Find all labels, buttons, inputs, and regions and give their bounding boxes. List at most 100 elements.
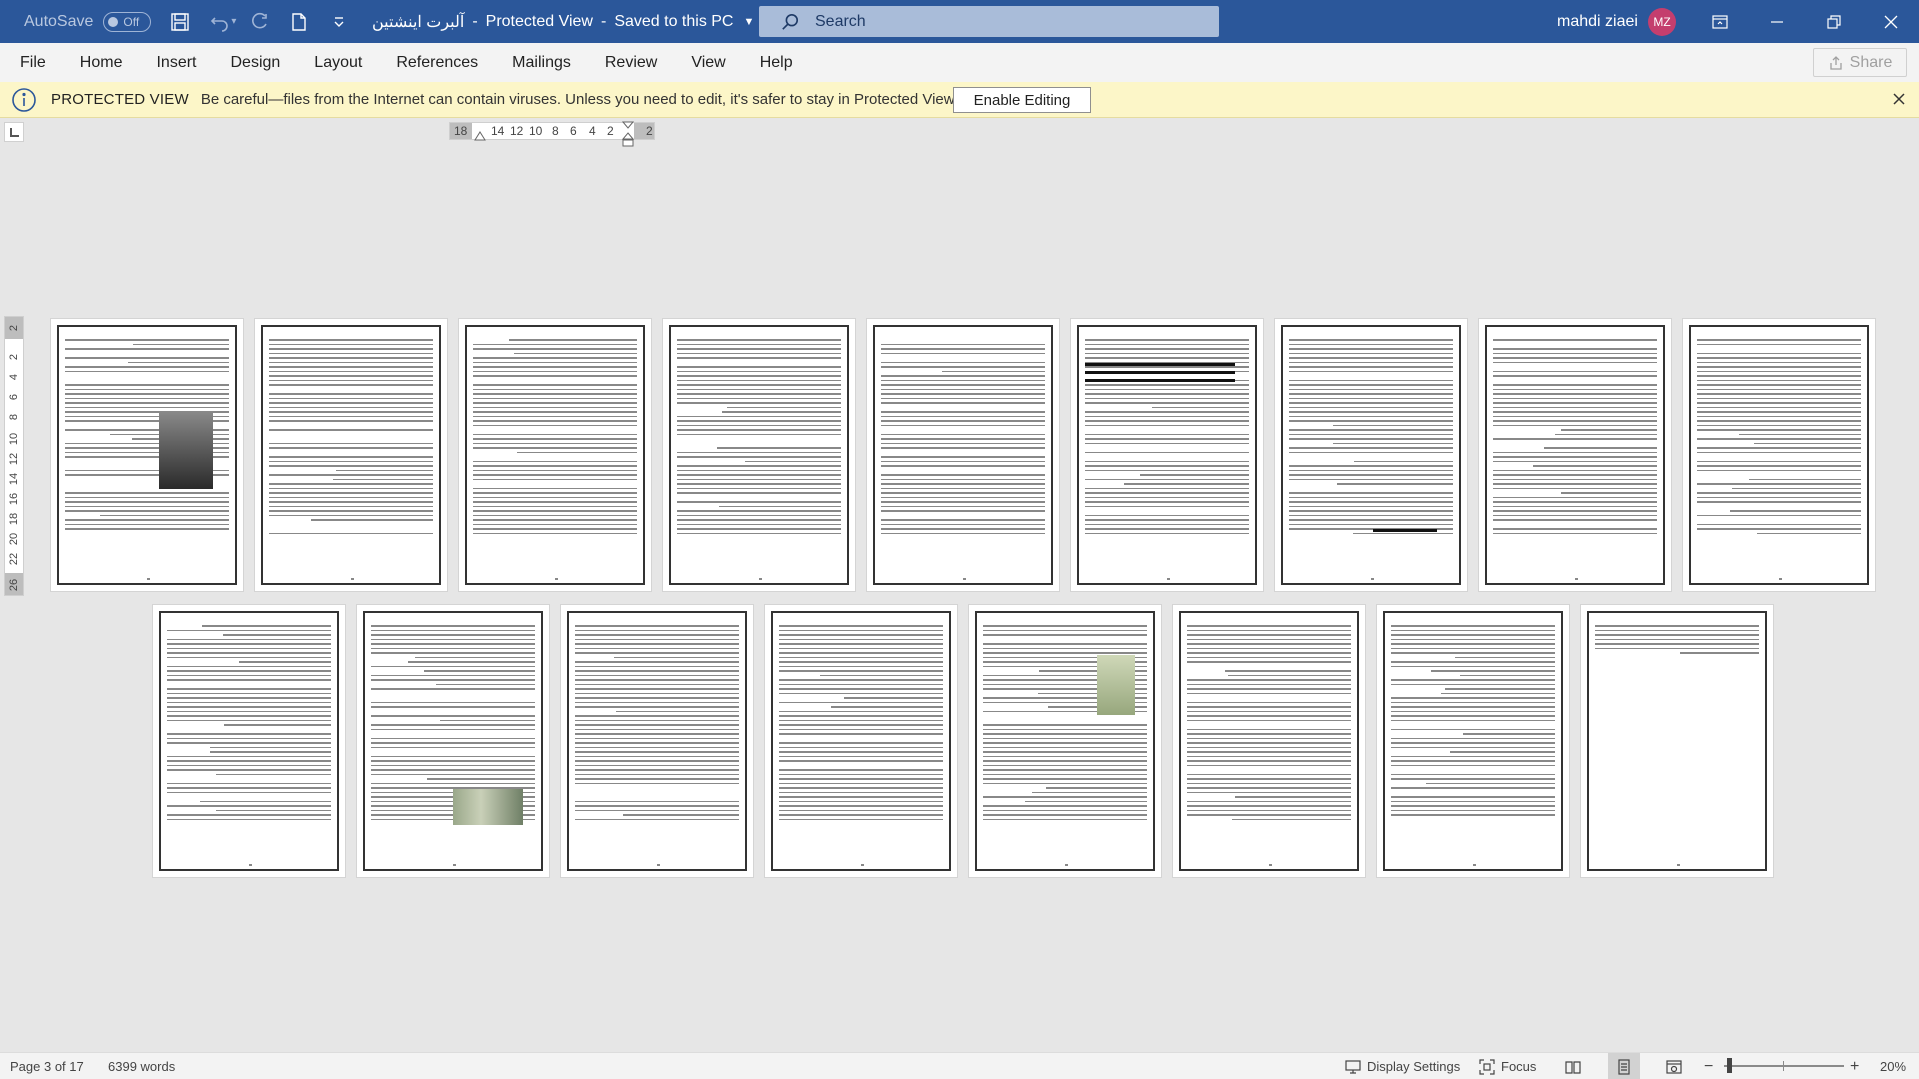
zoom-in-button[interactable]: +	[1850, 1053, 1859, 1079]
certificate-image	[1097, 655, 1135, 715]
share-label: Share	[1849, 53, 1893, 71]
page-indicator[interactable]: Page 3 of 17	[10, 1053, 84, 1079]
restore-icon[interactable]	[1806, 0, 1862, 43]
page-number-mark	[1473, 864, 1476, 866]
enable-editing-button[interactable]: Enable Editing	[953, 87, 1091, 113]
page-text	[1187, 625, 1351, 823]
ruler-number: 10	[529, 124, 543, 138]
save-icon[interactable]	[163, 5, 197, 39]
undo-dropdown-icon[interactable]: ▾	[231, 16, 236, 27]
search-input[interactable]: Search	[759, 6, 1219, 37]
page-number-mark	[1065, 864, 1068, 866]
share-icon	[1829, 55, 1842, 70]
zoom-slider[interactable]	[1724, 1065, 1844, 1067]
zoom-level[interactable]: 20%	[1880, 1053, 1906, 1079]
search-icon	[782, 13, 799, 30]
web-layout-icon[interactable]	[1663, 1053, 1685, 1079]
tab-home[interactable]: Home	[63, 43, 140, 82]
page-text	[1391, 625, 1555, 823]
page-thumbnail[interactable]	[1172, 604, 1366, 878]
page-thumbnail[interactable]	[1274, 318, 1468, 592]
title-separator: -	[600, 12, 607, 30]
page-thumbnail[interactable]	[866, 318, 1060, 592]
tab-help[interactable]: Help	[743, 43, 810, 82]
word-count[interactable]: 6399 words	[108, 1053, 175, 1079]
page-thumbnail[interactable]	[1478, 318, 1672, 592]
hanging-indent-marker[interactable]	[474, 131, 486, 141]
new-document-icon[interactable]	[282, 5, 316, 39]
read-mode-icon[interactable]	[1562, 1053, 1584, 1079]
page-text	[167, 625, 331, 823]
ribbon-display-icon[interactable]	[1692, 0, 1748, 43]
tab-layout[interactable]: Layout	[297, 43, 379, 82]
tab-design[interactable]: Design	[213, 43, 297, 82]
info-icon	[12, 87, 36, 112]
view-mode-label: Protected View	[485, 12, 593, 30]
display-settings-button[interactable]: Display Settings	[1345, 1053, 1460, 1079]
avatar[interactable]: MZ	[1648, 8, 1676, 36]
page-thumbnail[interactable]	[1682, 318, 1876, 592]
tab-insert[interactable]: Insert	[139, 43, 213, 82]
indent-marker[interactable]	[622, 121, 634, 147]
minimize-icon[interactable]	[1749, 0, 1805, 43]
page-number-mark	[1677, 864, 1680, 866]
tab-file[interactable]: File	[0, 43, 63, 82]
print-layout-icon[interactable]	[1608, 1053, 1640, 1079]
user-name[interactable]: mahdi ziaei	[1557, 0, 1638, 43]
ruler-number: 18	[454, 124, 468, 138]
focus-icon	[1479, 1058, 1495, 1075]
focus-button[interactable]: Focus	[1479, 1053, 1536, 1079]
autosave-state: Off	[123, 14, 140, 29]
monitor-icon	[1345, 1059, 1361, 1074]
document-title[interactable]: آلبرت اینشتین - Protected View - Saved t…	[372, 0, 754, 43]
document-canvas[interactable]	[0, 148, 1919, 1052]
page-thumbnail[interactable]	[662, 318, 856, 592]
page-number-mark	[657, 864, 660, 866]
page-thumbnail[interactable]	[1376, 604, 1570, 878]
chevron-down-icon: ▼	[743, 15, 755, 28]
page-text	[677, 339, 841, 537]
bold-caption	[1373, 529, 1437, 532]
display-settings-label: Display Settings	[1367, 1059, 1461, 1074]
page-thumbnail[interactable]	[50, 318, 244, 592]
page-number-mark	[1779, 578, 1782, 580]
page-number-mark	[963, 578, 966, 580]
page-thumbnail[interactable]	[968, 604, 1162, 878]
customize-toolbar-icon[interactable]	[322, 5, 356, 39]
ruler-number: 2	[646, 124, 653, 138]
page-thumbnail[interactable]	[152, 604, 346, 878]
page-number-mark	[861, 864, 864, 866]
protected-view-message: Be careful—files from the Internet can c…	[200, 91, 958, 108]
autosave-toggle[interactable]: Off	[103, 11, 152, 32]
page-thumbnail[interactable]	[458, 318, 652, 592]
zoom-out-button[interactable]: −	[1704, 1053, 1713, 1079]
page-text	[1493, 339, 1657, 537]
page-thumbnail[interactable]	[1070, 318, 1264, 592]
page-thumbnail[interactable]	[560, 604, 754, 878]
search-placeholder: Search	[815, 12, 866, 30]
german-heading	[1085, 379, 1235, 382]
page-number-mark	[1167, 578, 1170, 580]
close-icon[interactable]	[1891, 91, 1907, 107]
share-button[interactable]: Share	[1813, 48, 1907, 77]
page-thumbnail[interactable]	[254, 318, 448, 592]
redo-icon[interactable]	[242, 5, 276, 39]
ruler-number: 8	[552, 124, 559, 138]
close-icon[interactable]	[1863, 0, 1919, 43]
page-thumbnail[interactable]	[764, 604, 958, 878]
tab-mailings[interactable]: Mailings	[495, 43, 588, 82]
page-thumbnail[interactable]	[356, 604, 550, 878]
zoom-slider-thumb[interactable]	[1727, 1058, 1732, 1073]
ruler-number: 4	[589, 124, 596, 138]
page-number-mark	[453, 864, 456, 866]
tab-review[interactable]: Review	[588, 43, 674, 82]
save-status-label: Saved to this PC	[614, 12, 734, 30]
page-number-mark	[759, 578, 762, 580]
page-thumbnail[interactable]	[1580, 604, 1774, 878]
document-name: آلبرت اینشتین	[372, 13, 465, 31]
page-number-mark	[351, 578, 354, 580]
banknote-photo	[453, 789, 523, 825]
tab-stop-selector[interactable]	[4, 122, 24, 142]
tab-references[interactable]: References	[379, 43, 495, 82]
tab-view[interactable]: View	[674, 43, 742, 82]
